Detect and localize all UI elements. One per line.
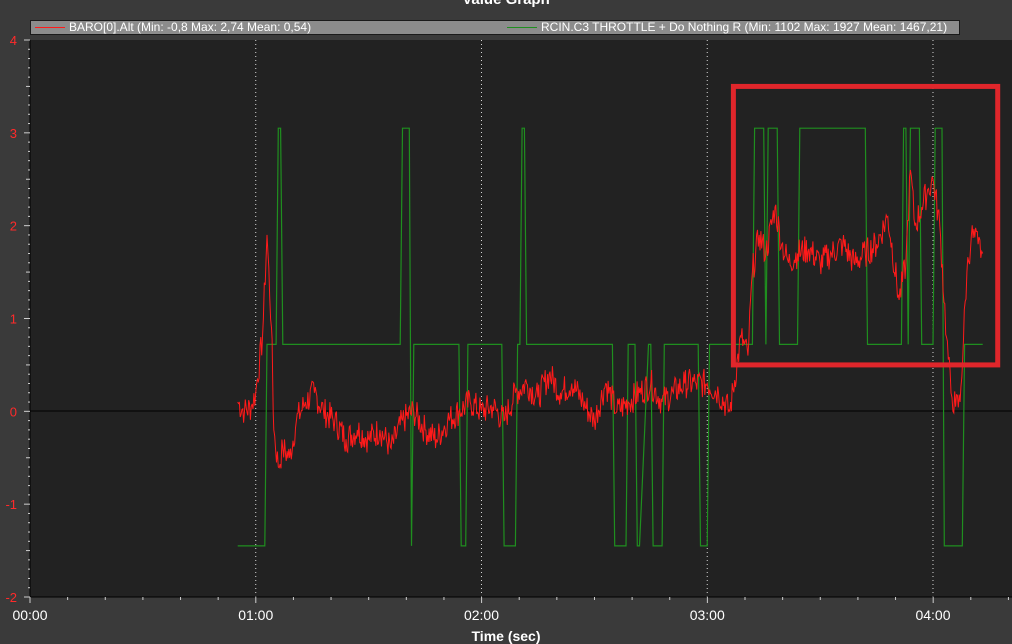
x-axis-title: Time (sec) xyxy=(471,628,541,644)
graph-window: Value Graph 00:0001:0002:0003:0004:00 43… xyxy=(0,0,1012,644)
y-tick-label: 4 xyxy=(10,33,17,48)
y-tick-label: -1 xyxy=(5,497,17,512)
y-tick-label: 2 xyxy=(10,219,17,234)
legend-swatch-baro xyxy=(35,27,65,29)
y-axis: 4 3 2 1 0 -1 -2 xyxy=(5,33,31,605)
y-tick-label: 1 xyxy=(10,312,17,327)
y-tick-label: 3 xyxy=(10,126,17,141)
x-tick-label: 04:00 xyxy=(915,607,950,623)
y-tick-label: -2 xyxy=(5,590,17,605)
x-tick-label: 03:00 xyxy=(690,607,725,623)
plot-area xyxy=(30,40,1012,597)
legend: BARO[0].Alt (Min: -0,8 Max: 2,74 Mean: 0… xyxy=(30,20,960,35)
x-tick-label: 02:00 xyxy=(464,607,499,623)
legend-entry-throttle[interactable]: RCIN.C3 THROTTLE + Do Nothing R (Min: 11… xyxy=(507,21,947,34)
x-tick-label: 01:00 xyxy=(238,607,273,623)
legend-label-baro: BARO[0].Alt (Min: -0,8 Max: 2,74 Mean: 0… xyxy=(69,20,312,34)
y-tick-label: 0 xyxy=(10,404,17,419)
chart-svg: 00:00 01:00 02:00 03:00 04:00 4 3 2 1 0 -1 -2 xyxy=(5,33,1012,623)
legend-entry-baro[interactable]: BARO[0].Alt (Min: -0,8 Max: 2,74 Mean: 0… xyxy=(35,21,311,34)
x-axis: 00:00 01:00 02:00 03:00 04:00 xyxy=(12,596,1012,623)
legend-swatch-throttle xyxy=(507,27,537,29)
x-tick-label: 00:00 xyxy=(12,607,47,623)
legend-label-throttle: RCIN.C3 THROTTLE + Do Nothing R (Min: 11… xyxy=(541,20,948,34)
